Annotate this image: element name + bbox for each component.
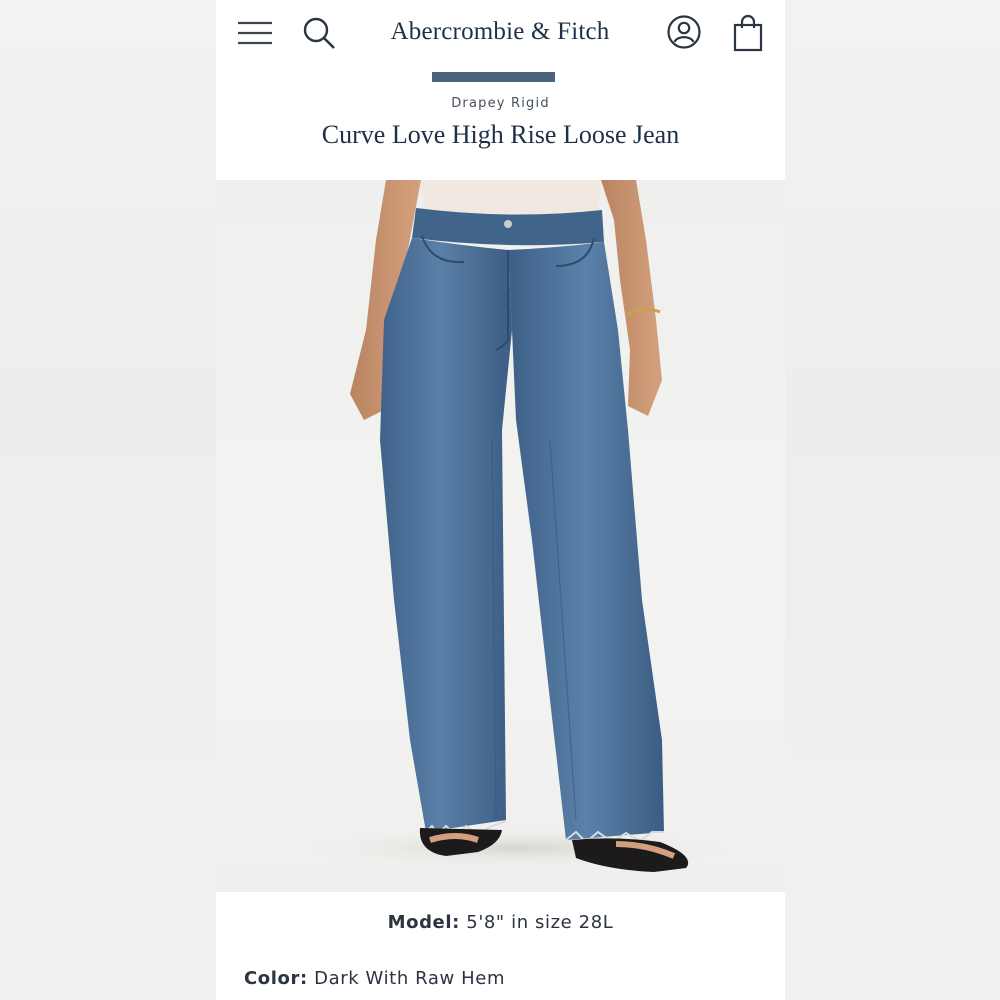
model-value: 5'8" in size 28L <box>466 912 614 933</box>
background-blur-right <box>785 0 1000 1000</box>
color-value: Dark With Raw Hem <box>314 968 506 989</box>
model-label: Model: <box>387 912 460 933</box>
product-image[interactable] <box>216 180 785 892</box>
search-icon[interactable] <box>302 16 336 50</box>
product-eyebrow: Drapey Rigid <box>451 96 550 111</box>
product-title: Curve Love High Rise Loose Jean <box>321 120 680 149</box>
site-header: Abercrombie & Fitch <box>216 0 785 70</box>
color-label: Color: <box>244 968 308 989</box>
mobile-page: Abercrombie & Fitch Drapey Rigid Curve L… <box>216 0 785 1000</box>
account-icon[interactable] <box>666 14 702 50</box>
shopping-bag-icon[interactable] <box>732 14 764 52</box>
active-indicator-bar <box>432 72 555 82</box>
menu-icon[interactable] <box>236 18 274 48</box>
color-info: Color: Dark With Raw Hem <box>244 968 764 989</box>
model-info: Model: 5'8" in size 28L <box>216 912 785 933</box>
background-blur-left <box>0 0 216 1000</box>
brand-logo[interactable]: Abercrombie & Fitch <box>366 18 634 46</box>
